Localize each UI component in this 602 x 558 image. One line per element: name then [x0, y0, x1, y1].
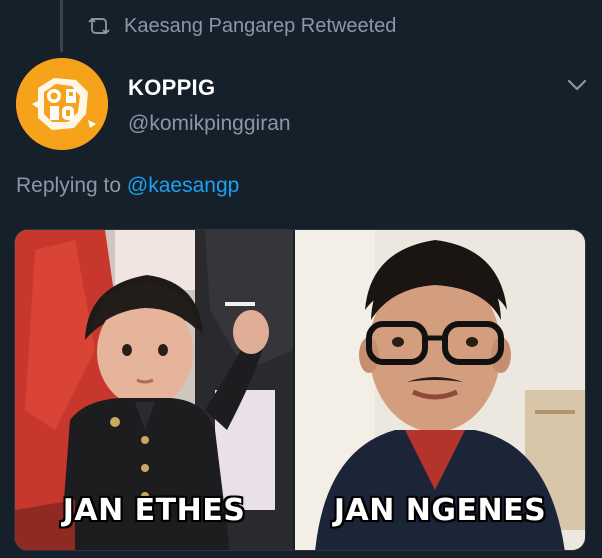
retweet-label: Kaesang Pangarep Retweeted [124, 14, 397, 37]
replying-to: Replying to @kaesangp [16, 174, 239, 198]
retweet-icon [88, 16, 112, 36]
koppig-logo-avatar [16, 58, 108, 150]
replying-to-prefix: Replying to [16, 174, 127, 197]
avatar[interactable] [16, 58, 108, 150]
thread-connector-line [60, 0, 63, 52]
retweet-context[interactable]: Kaesang Pangarep Retweeted [88, 12, 396, 40]
media-image-left[interactable]: JAN ETHES [15, 230, 294, 550]
left-caption: JAN ETHES [62, 492, 246, 529]
display-name[interactable]: KOPPIG [128, 75, 215, 101]
chevron-down-icon[interactable] [564, 74, 590, 96]
media-image-right[interactable]: JAN NGENES [295, 230, 585, 550]
mention-link[interactable]: @kaesangp [127, 174, 239, 197]
tweet-media[interactable]: JAN ETHES JAN NGENES [14, 229, 586, 551]
right-caption: JAN NGENES [333, 492, 547, 529]
user-handle[interactable]: @komikpinggiran [128, 112, 291, 136]
